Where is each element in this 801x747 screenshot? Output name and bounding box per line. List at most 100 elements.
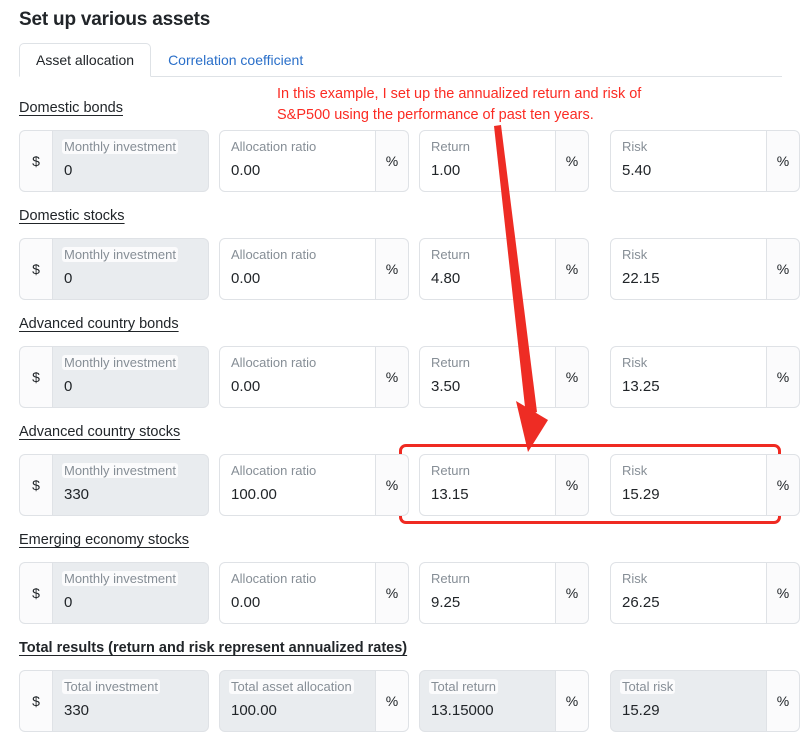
asset-row-domestic-stocks: $ Monthly investment 0 Allocation ratio … xyxy=(19,238,800,300)
return-label: Return xyxy=(431,571,471,586)
total-return-input: Total return 13.15000 xyxy=(419,670,556,732)
asset-row-advanced-country-bonds: $ Monthly investment 0 Allocation ratio … xyxy=(19,346,800,408)
allocation-ratio-value: 0.00 xyxy=(231,162,261,179)
section-label-domestic-stocks: Domestic stocks xyxy=(19,208,125,224)
total-investment-value: 330 xyxy=(64,702,90,719)
percent-addon-icon: % xyxy=(376,670,409,732)
total-return-value: 13.15000 xyxy=(431,702,494,719)
return-input[interactable]: Return 3.50 xyxy=(419,346,556,408)
total-results-row: $ Total investment 330 Total asset alloc… xyxy=(19,670,800,732)
section-label-total-results: Total results (return and risk represent… xyxy=(19,640,408,656)
risk-input[interactable]: Risk 5.40 xyxy=(610,130,767,192)
return-input[interactable]: Return 4.80 xyxy=(419,238,556,300)
monthly-investment-value: 0 xyxy=(64,270,73,287)
annotation-text: In this example, I set up the annualized… xyxy=(277,84,777,126)
tab-bar: Asset allocation Correlation coefficient xyxy=(19,43,782,77)
total-risk-value: 15.29 xyxy=(622,702,660,719)
risk-input[interactable]: Risk 13.25 xyxy=(610,346,767,408)
currency-addon-icon: $ xyxy=(19,670,52,732)
section-label-advanced-country-bonds: Advanced country bonds xyxy=(19,316,179,332)
return-group: Return 1.00 % xyxy=(419,130,589,192)
allocation-ratio-group: Allocation ratio 0.00 % xyxy=(219,562,409,624)
allocation-ratio-input[interactable]: Allocation ratio 0.00 xyxy=(219,562,376,624)
allocation-ratio-group: Allocation ratio 0.00 % xyxy=(219,346,409,408)
allocation-ratio-group: Allocation ratio 0.00 % xyxy=(219,238,409,300)
risk-label: Risk xyxy=(622,571,648,586)
tab-asset-allocation[interactable]: Asset allocation xyxy=(19,43,152,77)
total-risk-label: Total risk xyxy=(620,679,676,694)
allocation-ratio-input[interactable]: Allocation ratio 100.00 xyxy=(219,454,376,516)
total-investment-input: Total investment 330 xyxy=(52,670,209,732)
monthly-investment-input[interactable]: Monthly investment 0 xyxy=(52,346,209,408)
allocation-ratio-group: Allocation ratio 100.00 % xyxy=(219,454,409,516)
monthly-investment-label: Monthly investment xyxy=(62,463,178,478)
percent-addon-icon: % xyxy=(556,454,589,516)
percent-addon-icon: % xyxy=(376,130,409,192)
percent-addon-icon: % xyxy=(767,562,800,624)
monthly-investment-group: $ Monthly investment 330 xyxy=(19,454,209,516)
allocation-ratio-value: 0.00 xyxy=(231,378,261,395)
percent-addon-icon: % xyxy=(767,238,800,300)
allocation-ratio-group: Allocation ratio 0.00 % xyxy=(219,130,409,192)
monthly-investment-input[interactable]: Monthly investment 330 xyxy=(52,454,209,516)
risk-label: Risk xyxy=(622,247,648,262)
risk-value: 26.25 xyxy=(622,594,660,611)
monthly-investment-group: $ Monthly investment 0 xyxy=(19,130,209,192)
risk-input[interactable]: Risk 26.25 xyxy=(610,562,767,624)
tab-correlation-coefficient[interactable]: Correlation coefficient xyxy=(151,43,320,77)
total-asset-allocation-value: 100.00 xyxy=(231,702,277,719)
total-return-group: Total return 13.15000 % xyxy=(419,670,589,732)
return-value: 4.80 xyxy=(431,270,461,287)
currency-addon-icon: $ xyxy=(19,238,52,300)
monthly-investment-group: $ Monthly investment 0 xyxy=(19,238,209,300)
return-label: Return xyxy=(431,463,471,478)
return-input[interactable]: Return 13.15 xyxy=(419,454,556,516)
return-value: 1.00 xyxy=(431,162,461,179)
percent-addon-icon: % xyxy=(376,562,409,624)
return-value: 9.25 xyxy=(431,594,461,611)
allocation-ratio-input[interactable]: Allocation ratio 0.00 xyxy=(219,346,376,408)
percent-addon-icon: % xyxy=(767,670,800,732)
return-label: Return xyxy=(431,139,471,154)
total-risk-input: Total risk 15.29 xyxy=(610,670,767,732)
asset-row-emerging-economy-stocks: $ Monthly investment 0 Allocation ratio … xyxy=(19,562,800,624)
monthly-investment-input[interactable]: Monthly investment 0 xyxy=(52,238,209,300)
asset-row-domestic-bonds: $ Monthly investment 0 Allocation ratio … xyxy=(19,130,800,192)
total-investment-group: $ Total investment 330 xyxy=(19,670,209,732)
total-asset-allocation-group: Total asset allocation 100.00 % xyxy=(219,670,409,732)
percent-addon-icon: % xyxy=(556,238,589,300)
allocation-ratio-label: Allocation ratio xyxy=(231,463,317,478)
monthly-investment-value: 0 xyxy=(64,378,73,395)
percent-addon-icon: % xyxy=(767,346,800,408)
return-input[interactable]: Return 1.00 xyxy=(419,130,556,192)
percent-addon-icon: % xyxy=(767,130,800,192)
allocation-ratio-input[interactable]: Allocation ratio 0.00 xyxy=(219,130,376,192)
return-label: Return xyxy=(431,355,471,370)
currency-addon-icon: $ xyxy=(19,454,52,516)
monthly-investment-value: 0 xyxy=(64,162,73,179)
risk-label: Risk xyxy=(622,139,648,154)
asset-row-advanced-country-stocks: $ Monthly investment 330 Allocation rati… xyxy=(19,454,800,516)
risk-value: 15.29 xyxy=(622,486,660,503)
risk-input[interactable]: Risk 22.15 xyxy=(610,238,767,300)
page-title: Set up various assets xyxy=(19,9,211,30)
monthly-investment-input[interactable]: Monthly investment 0 xyxy=(52,562,209,624)
percent-addon-icon: % xyxy=(376,346,409,408)
risk-input[interactable]: Risk 15.29 xyxy=(610,454,767,516)
risk-group: Risk 13.25 % xyxy=(610,346,800,408)
allocation-ratio-label: Allocation ratio xyxy=(231,355,317,370)
allocation-ratio-value: 0.00 xyxy=(231,594,261,611)
allocation-ratio-label: Allocation ratio xyxy=(231,247,317,262)
allocation-ratio-value: 0.00 xyxy=(231,270,261,287)
percent-addon-icon: % xyxy=(767,454,800,516)
risk-label: Risk xyxy=(622,463,648,478)
allocation-ratio-input[interactable]: Allocation ratio 0.00 xyxy=(219,238,376,300)
currency-addon-icon: $ xyxy=(19,130,52,192)
risk-value: 22.15 xyxy=(622,270,660,287)
return-input[interactable]: Return 9.25 xyxy=(419,562,556,624)
monthly-investment-group: $ Monthly investment 0 xyxy=(19,346,209,408)
asset-allocation-page: Set up various assets Asset allocation C… xyxy=(0,0,801,747)
monthly-investment-input[interactable]: Monthly investment 0 xyxy=(52,130,209,192)
allocation-ratio-label: Allocation ratio xyxy=(231,139,317,154)
monthly-investment-label: Monthly investment xyxy=(62,247,178,262)
